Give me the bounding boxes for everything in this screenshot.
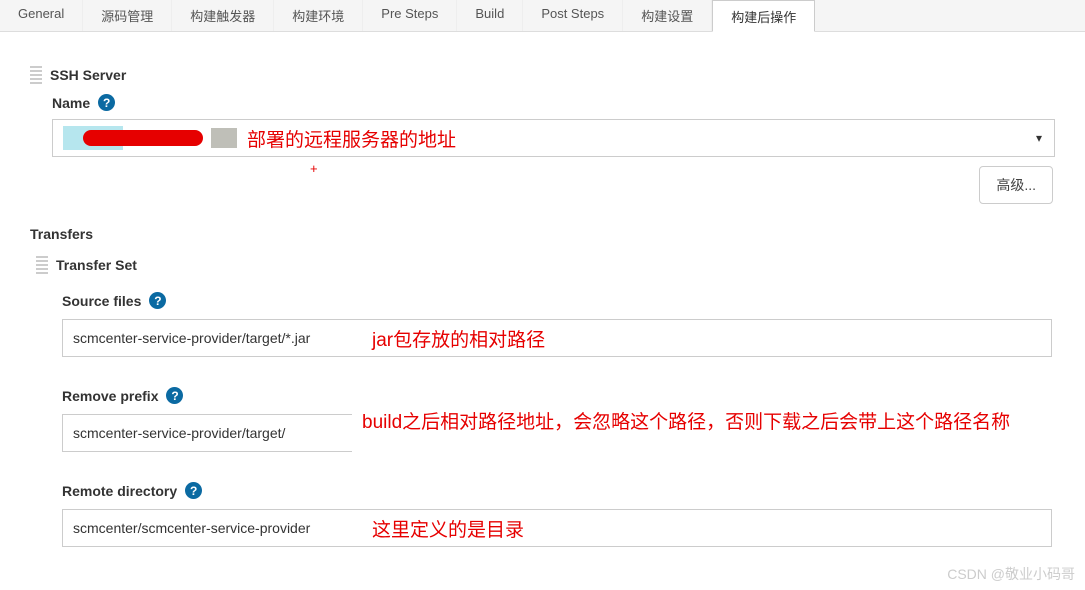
- remote-directory-label-row: Remote directory ?: [62, 482, 1055, 499]
- source-files-label: Source files: [62, 293, 141, 309]
- ssh-name-label-row: Name ?: [52, 94, 1055, 111]
- source-files-input[interactable]: [62, 319, 1052, 357]
- tab-triggers[interactable]: 构建触发器: [172, 0, 274, 31]
- ssh-name-label: Name: [52, 95, 90, 111]
- config-tabs: General 源码管理 构建触发器 构建环境 Pre Steps Build …: [0, 0, 1085, 32]
- help-icon[interactable]: ?: [166, 387, 183, 404]
- content-panel: SSH Server Name ? 部署的远程服务器的地址 ▾ + 高级... …: [0, 32, 1085, 557]
- transfers-title: Transfers: [30, 226, 93, 242]
- tab-presteps[interactable]: Pre Steps: [363, 0, 457, 31]
- tab-build[interactable]: Build: [457, 0, 523, 31]
- tab-postbuild[interactable]: 构建后操作: [712, 0, 815, 32]
- advanced-button[interactable]: 高级...: [979, 166, 1053, 204]
- watermark: CSDN @敬业小码哥: [947, 564, 1075, 584]
- help-icon[interactable]: ?: [185, 482, 202, 499]
- chevron-down-icon[interactable]: ▾: [1036, 131, 1042, 145]
- drag-handle-icon[interactable]: [30, 66, 42, 84]
- ssh-server-select[interactable]: 部署的远程服务器的地址 ▾: [52, 119, 1055, 157]
- transfer-set-title: Transfer Set: [56, 257, 137, 273]
- drag-handle-icon[interactable]: [36, 256, 48, 274]
- ssh-server-header: SSH Server: [30, 66, 1055, 84]
- transfer-set-header: Transfer Set: [36, 256, 1055, 274]
- remove-prefix-input[interactable]: [62, 414, 352, 452]
- remote-directory-input[interactable]: [62, 509, 1052, 547]
- tab-env[interactable]: 构建环境: [274, 0, 363, 31]
- source-files-label-row: Source files ?: [62, 292, 1055, 309]
- help-icon[interactable]: ?: [149, 292, 166, 309]
- tab-poststeps[interactable]: Post Steps: [523, 0, 623, 31]
- ssh-server-title: SSH Server: [50, 67, 126, 83]
- server-annotation: 部署的远程服务器的地址: [247, 125, 456, 152]
- remove-prefix-annotation: build之后相对路径地址，会忽略这个路径，否则下载之后会带上这个路径名称: [362, 410, 1085, 437]
- help-icon[interactable]: ?: [98, 94, 115, 111]
- plus-mark: +: [310, 161, 1055, 176]
- redacted-box: [211, 128, 237, 148]
- tab-general[interactable]: General: [0, 0, 83, 31]
- remove-prefix-label-row: Remove prefix ?: [62, 387, 1055, 404]
- tab-settings[interactable]: 构建设置: [623, 0, 712, 31]
- remote-directory-label: Remote directory: [62, 483, 177, 499]
- transfers-header: Transfers: [30, 226, 1055, 242]
- redacted-scribble: [83, 130, 203, 146]
- remove-prefix-label: Remove prefix: [62, 388, 158, 404]
- tab-scm[interactable]: 源码管理: [83, 0, 172, 31]
